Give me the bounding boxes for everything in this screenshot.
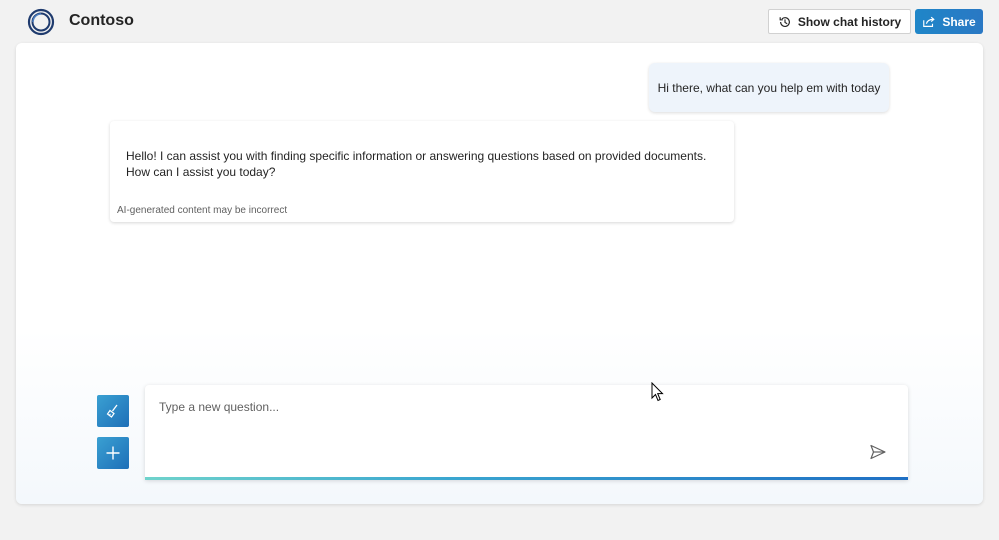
share-label: Share — [942, 14, 976, 29]
input-focus-underline — [145, 477, 908, 480]
history-icon — [779, 16, 790, 27]
plus-icon — [106, 446, 120, 460]
show-chat-history-label: Show chat history — [797, 14, 902, 29]
question-input[interactable] — [159, 397, 859, 417]
app-header: Contoso Show chat history Share — [0, 0, 999, 42]
send-icon[interactable] — [869, 443, 887, 461]
share-button[interactable]: Share — [915, 9, 983, 34]
question-composer — [145, 385, 908, 480]
ai-disclaimer: AI-generated content may be incorrect — [117, 205, 288, 216]
user-message: Hi there, what can you help em with toda… — [649, 63, 889, 112]
mouse-pointer-icon — [651, 382, 664, 402]
app-title: Contoso — [69, 12, 134, 29]
show-chat-history-button[interactable]: Show chat history — [768, 9, 911, 34]
assistant-message-text: Hello! I can assist you with finding spe… — [126, 149, 707, 179]
clear-chat-button[interactable] — [97, 395, 129, 427]
assistant-message: Hello! I can assist you with finding spe… — [110, 121, 734, 222]
contoso-logo-icon — [27, 8, 55, 36]
user-message-text: Hi there, what can you help em with toda… — [657, 80, 881, 95]
share-icon — [923, 16, 936, 27]
new-chat-button[interactable] — [97, 437, 129, 469]
broom-icon — [106, 404, 118, 418]
